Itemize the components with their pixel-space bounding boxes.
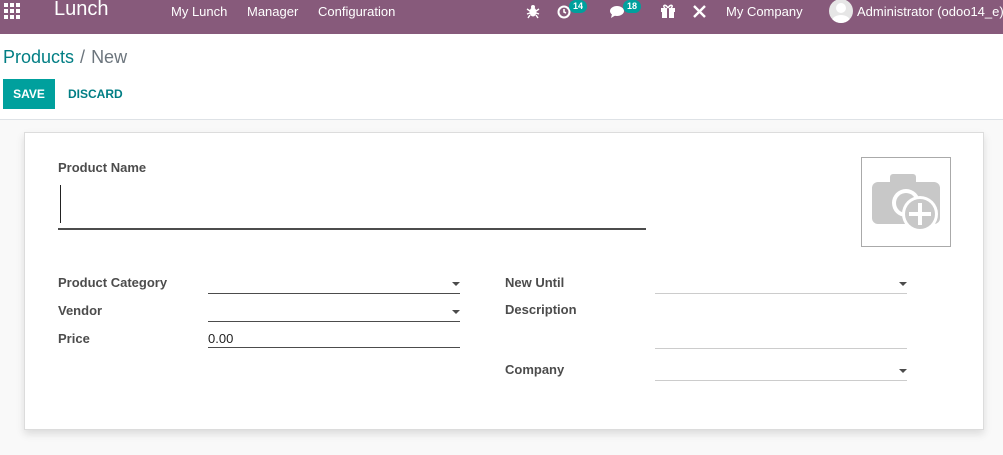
top-navbar: Lunch My Lunch Manager Configuration 14 … xyxy=(0,0,1003,34)
description-textarea[interactable] xyxy=(655,301,907,348)
user-menu[interactable]: Administrator (odoo14_e) xyxy=(857,4,1003,19)
vendor-label: Vendor xyxy=(58,303,103,318)
product-category-select[interactable] xyxy=(208,273,460,294)
price-input[interactable]: 0.00 xyxy=(208,331,233,346)
new-until-underline xyxy=(655,293,907,294)
product-category-label: Product Category xyxy=(58,275,168,290)
price-label: Price xyxy=(58,331,90,346)
control-panel: Products / New SAVE DISCARD xyxy=(0,34,1003,120)
chevron-down-icon[interactable] xyxy=(899,282,907,286)
activity-count-badge: 14 xyxy=(569,0,587,13)
chevron-down-icon[interactable] xyxy=(899,369,907,373)
bug-icon[interactable] xyxy=(524,2,542,20)
company-underline xyxy=(655,380,907,381)
company-switcher[interactable]: My Company xyxy=(726,4,803,19)
vendor-underline xyxy=(208,321,460,322)
menu-my-lunch[interactable]: My Lunch xyxy=(171,4,227,19)
product-category-underline xyxy=(208,293,460,294)
discard-button[interactable]: DISCARD xyxy=(68,79,123,109)
save-button[interactable]: SAVE xyxy=(3,79,55,109)
company-label: Company xyxy=(505,362,565,377)
description-label: Description xyxy=(505,302,577,317)
user-avatar-icon xyxy=(832,3,850,23)
menu-manager[interactable]: Manager xyxy=(247,4,298,19)
breadcrumb-products-link[interactable]: Products xyxy=(3,47,74,67)
chevron-down-icon[interactable] xyxy=(452,282,460,286)
product-name-input[interactable] xyxy=(58,181,646,230)
description-underline xyxy=(655,348,907,349)
breadcrumb-separator: / xyxy=(80,47,86,67)
breadcrumb-current: New xyxy=(91,47,128,67)
app-title[interactable]: Lunch xyxy=(54,0,109,21)
product-name-label: Product Name xyxy=(58,160,147,175)
tools-icon[interactable] xyxy=(691,2,709,20)
camera-plus-icon xyxy=(872,174,940,232)
text-cursor xyxy=(60,185,61,223)
messages-count-badge: 18 xyxy=(623,0,641,13)
breadcrumb: Products / New xyxy=(3,47,127,68)
form-sheet: Product Name Product Category Vendor Pri… xyxy=(24,132,984,430)
new-until-date-input[interactable] xyxy=(655,273,907,294)
gift-icon[interactable] xyxy=(659,2,677,20)
chevron-down-icon[interactable] xyxy=(452,310,460,314)
apps-grid-icon[interactable] xyxy=(4,3,22,19)
vendor-select[interactable] xyxy=(208,301,460,322)
new-until-label: New Until xyxy=(505,275,565,290)
product-image-upload[interactable] xyxy=(861,157,951,247)
company-select[interactable] xyxy=(655,360,907,381)
price-underline xyxy=(208,347,460,348)
avatar[interactable] xyxy=(829,0,853,23)
menu-configuration[interactable]: Configuration xyxy=(318,4,395,19)
